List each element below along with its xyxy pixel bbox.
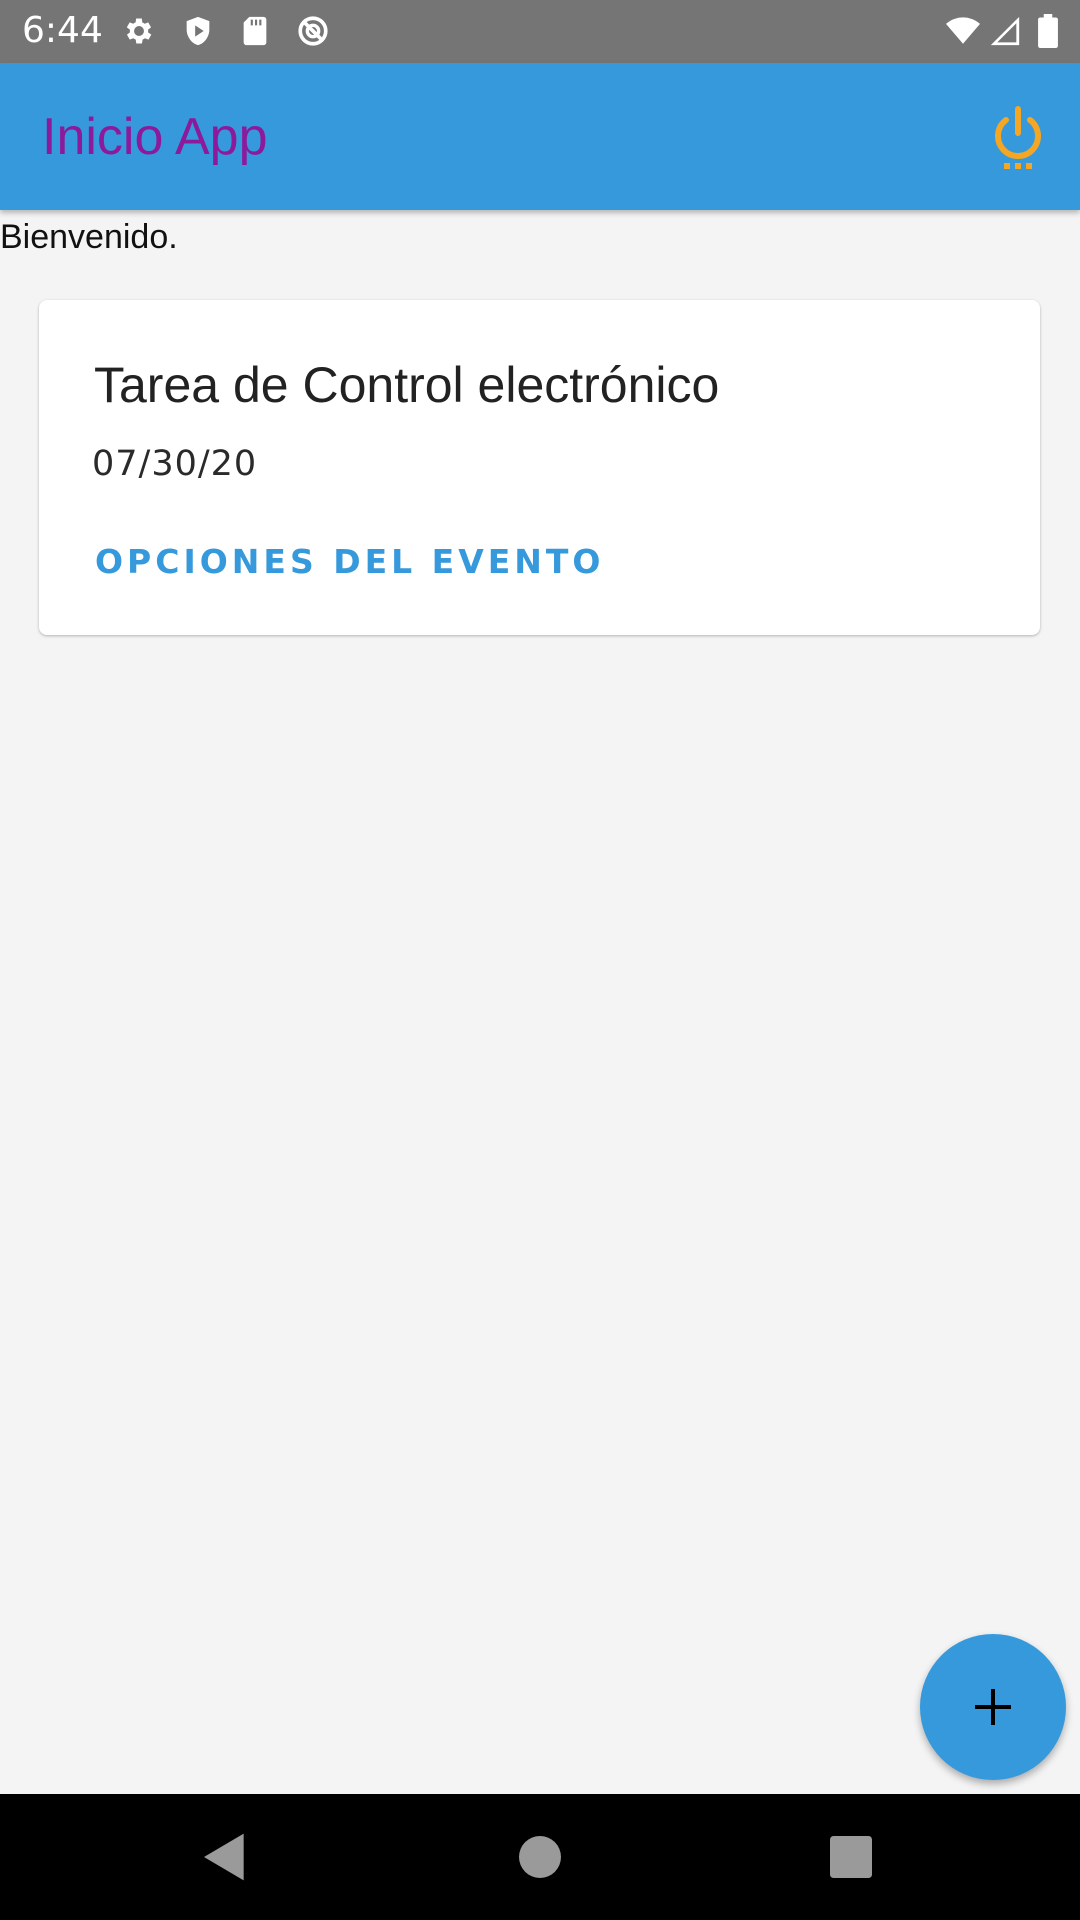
event-card: Tarea de Control electrónico 07/30/20 OP… (39, 300, 1040, 635)
battery-icon (1036, 14, 1060, 48)
power-button[interactable] (988, 105, 1048, 171)
wifi-icon (944, 14, 982, 48)
welcome-text: Bienvenido. (0, 218, 178, 256)
settings-gear-icon (122, 14, 156, 48)
app-title: Inicio App (42, 108, 268, 166)
power-icon (995, 106, 1041, 169)
event-options-button[interactable]: OPCIONES DEL EVENTO (95, 540, 604, 584)
status-bar: 6:44 (0, 0, 1080, 63)
plus-icon (975, 1689, 1011, 1725)
app-bar: Inicio App (0, 63, 1080, 210)
home-button[interactable] (512, 1829, 568, 1885)
add-event-fab[interactable] (920, 1634, 1066, 1780)
cell-signal-icon (988, 14, 1022, 48)
back-button[interactable] (197, 1829, 253, 1885)
screen: 6:44 Inicio App Bienvenido. Tarea de Con… (0, 0, 1080, 1920)
shield-icon (181, 14, 215, 48)
status-time: 6:44 (22, 10, 103, 51)
no-disturb-icon (296, 14, 330, 48)
recents-icon (830, 1836, 872, 1878)
navigation-bar (0, 1794, 1080, 1920)
home-icon (519, 1836, 561, 1878)
sd-card-icon (238, 14, 272, 48)
back-icon (204, 1833, 244, 1881)
event-date: 07/30/20 (92, 444, 258, 484)
recents-button[interactable] (823, 1829, 879, 1885)
event-title: Tarea de Control electrónico (94, 357, 720, 413)
